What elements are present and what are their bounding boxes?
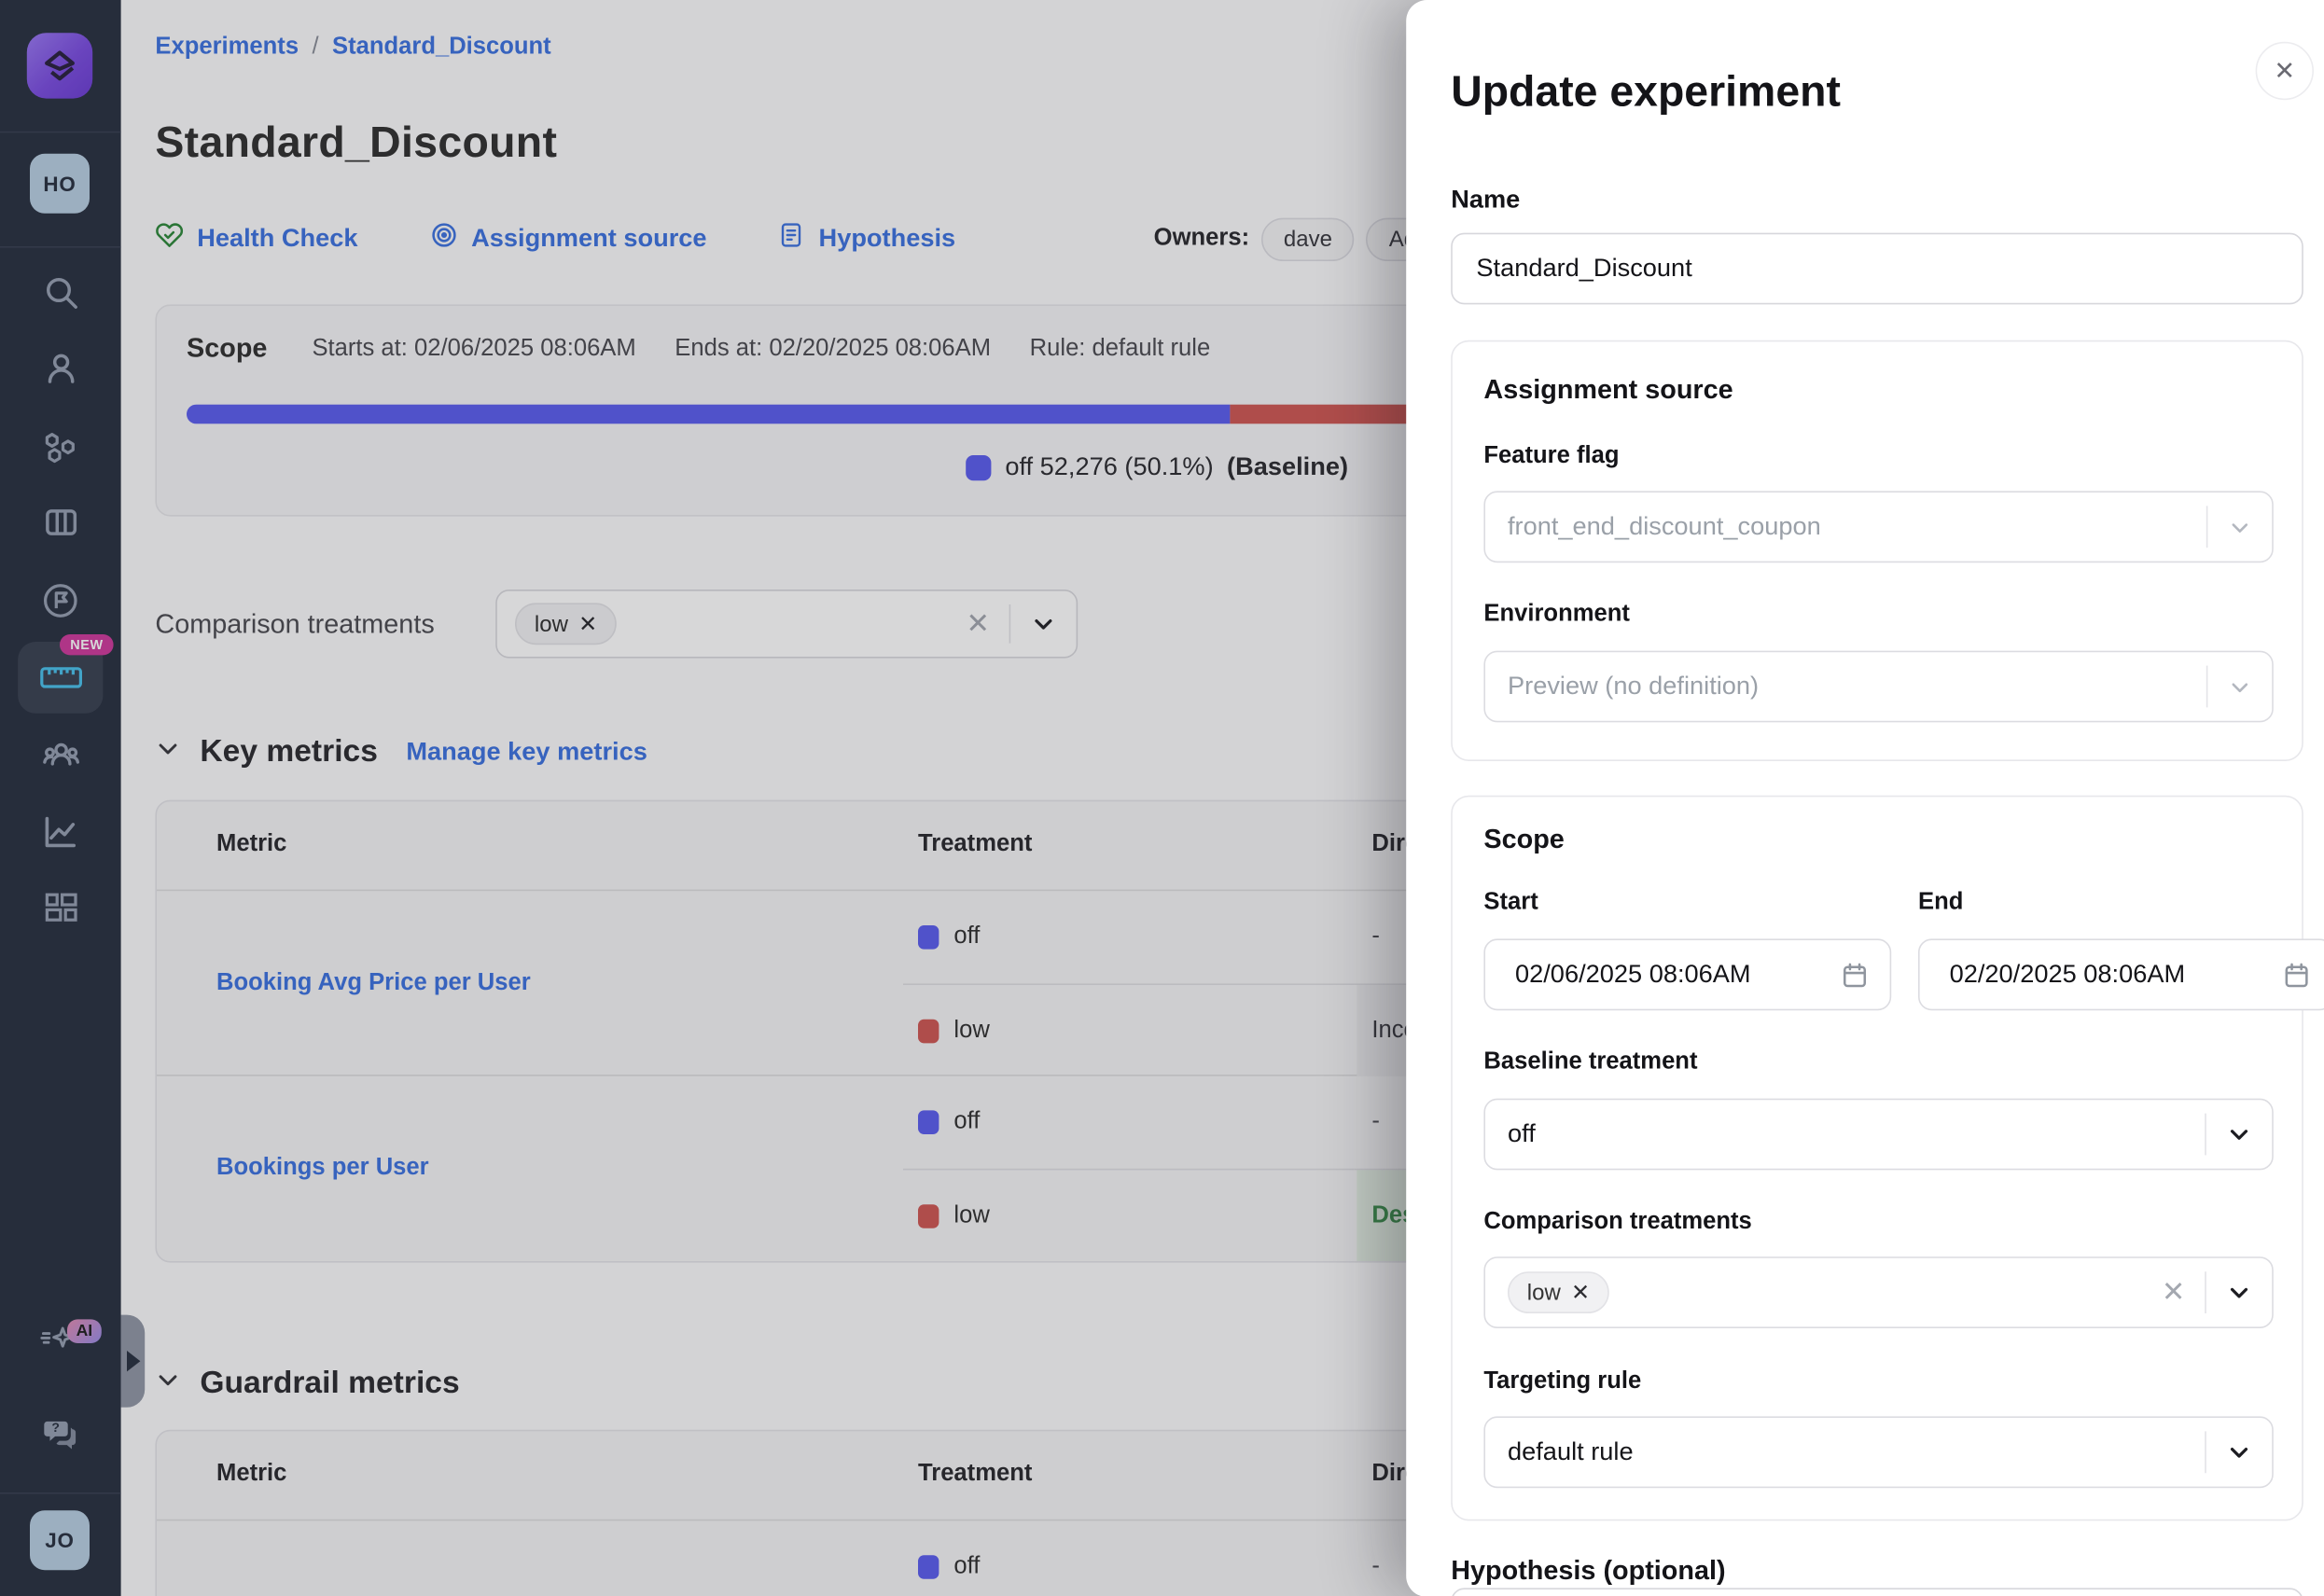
feature-flag-value: front_end_discount_coupon: [1508, 512, 1821, 542]
treatment-tag-low[interactable]: low ✕: [1508, 1271, 1609, 1313]
feature-flag-label: Feature flag: [1483, 443, 1619, 470]
baseline-treatment-value: off: [1508, 1119, 1536, 1149]
baseline-treatment-select[interactable]: off: [1483, 1099, 2273, 1171]
scope-card: Scope Start End 02/06/2025 08:06AM 02/20…: [1451, 796, 2303, 1521]
name-field[interactable]: Standard_Discount: [1451, 233, 2303, 305]
name-label: Name: [1451, 185, 1520, 215]
end-date-value: 02/20/2025 08:06AM: [1950, 960, 2186, 990]
start-label: Start: [1483, 890, 1538, 917]
calendar-icon[interactable]: [1841, 961, 1869, 989]
assignment-source-card: Assignment source Feature flag front_end…: [1451, 340, 2303, 761]
environment-value: Preview (no definition): [1508, 672, 1759, 701]
baseline-treatment-label: Baseline treatment: [1483, 1049, 1697, 1076]
environment-label: Environment: [1483, 602, 1629, 629]
feature-flag-select[interactable]: front_end_discount_coupon: [1483, 491, 2273, 562]
environment-select[interactable]: Preview (no definition): [1483, 651, 2273, 723]
chevron-down-icon: [2207, 516, 2272, 538]
treatment-tag-label: low: [1527, 1280, 1561, 1305]
targeting-rule-label: Targeting rule: [1483, 1368, 1641, 1395]
close-icon[interactable]: ✕: [2256, 42, 2314, 100]
calendar-icon[interactable]: [2282, 961, 2310, 989]
comparison-treatments-select[interactable]: low ✕ ✕: [1483, 1256, 2273, 1328]
chevron-down-icon[interactable]: [2206, 1281, 2272, 1305]
assignment-source-title: Assignment source: [1483, 375, 1733, 407]
update-experiment-panel: ✕ Update experiment Name Standard_Discou…: [1406, 0, 2324, 1596]
panel-title: Update experiment: [1451, 69, 1841, 118]
chevron-down-icon[interactable]: [2206, 1440, 2272, 1464]
hypothesis-textarea[interactable]: ◢: [1451, 1588, 2303, 1596]
scope-title: Scope: [1483, 824, 1564, 855]
select-clear-icon[interactable]: ✕: [2142, 1275, 2205, 1310]
tag-remove-icon[interactable]: ✕: [1571, 1279, 1590, 1306]
start-date-value: 02/06/2025 08:06AM: [1515, 960, 1751, 990]
comparison-treatments-label: Comparison treatments: [1483, 1209, 1751, 1236]
hypothesis-optional-label: Hypothesis (optional): [1451, 1555, 1725, 1587]
targeting-rule-select[interactable]: default rule: [1483, 1416, 2273, 1488]
targeting-rule-value: default rule: [1508, 1437, 1634, 1467]
start-date-field[interactable]: 02/06/2025 08:06AM: [1483, 938, 1891, 1010]
chevron-down-icon: [2207, 675, 2272, 698]
end-label: End: [1918, 890, 1963, 917]
end-date-field[interactable]: 02/20/2025 08:06AM: [1918, 938, 2324, 1010]
chevron-down-icon[interactable]: [2206, 1122, 2272, 1146]
app-root: Experiments/Standard_Discount Standard_D…: [0, 0, 2324, 1596]
